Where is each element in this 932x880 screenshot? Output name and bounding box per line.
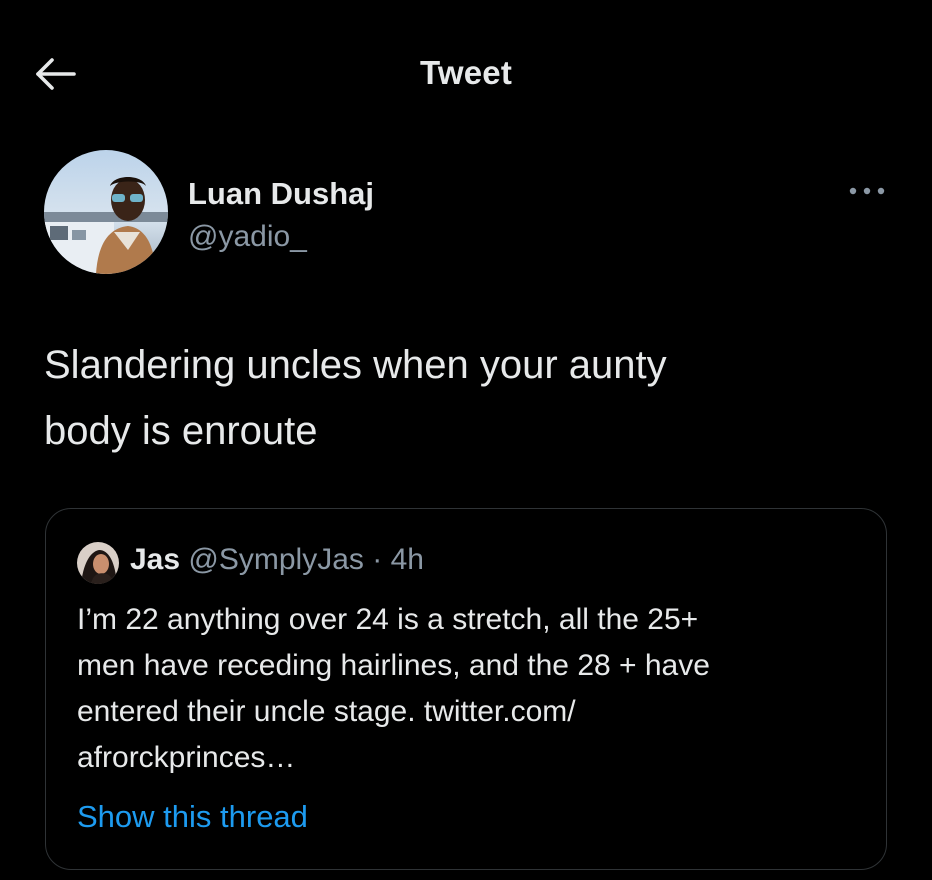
author-handle[interactable]: @yadio_ [188, 220, 307, 254]
avatar-photo [44, 150, 168, 274]
quoted-text-line: afrorckprinces… [77, 741, 296, 774]
quoted-tweet-time: 4h [390, 543, 424, 576]
quoted-author-handle: @SymplyJas [188, 543, 373, 576]
top-bar: Tweet [0, 0, 932, 140]
quoted-author-avatar [77, 542, 119, 584]
meta-separator: · [372, 543, 391, 576]
page-title: Tweet [419, 54, 513, 91]
tweet-text: Slandering uncles when your aunty body i… [44, 332, 894, 464]
quoted-text-line: I’m 22 anything over 24 is a stretch, al… [77, 603, 699, 636]
tweet-detail-screen: Tweet Luan Dushaj @yadio_ Slandering unc… [0, 0, 932, 880]
quoted-tweet-text: I’m 22 anything over 24 is a stretch, al… [77, 597, 867, 781]
author-name[interactable]: Luan Dushaj [188, 176, 374, 212]
quoted-text-line: entered their uncle stage. twitter.com/ [77, 695, 576, 728]
quoted-author-name: Jas [130, 543, 181, 576]
tweet-text-line: body is enroute [44, 409, 318, 453]
tweet-text-line: Slandering uncles when your aunty [44, 343, 667, 387]
more-horizontal-icon [849, 187, 885, 195]
quoted-tweet-card[interactable]: Jas @SymplyJas · 4h I’m 22 anything over… [45, 508, 887, 870]
tweet-author: Luan Dushaj @yadio_ [44, 150, 894, 280]
quoted-text-line: men have receding hairlines, and the 28 … [77, 649, 710, 682]
more-options-button[interactable] [844, 178, 890, 204]
quoted-avatar-photo [77, 542, 119, 584]
quoted-tweet-header: Jas @SymplyJas · 4h [130, 543, 424, 577]
show-thread-link[interactable]: Show this thread [77, 799, 308, 835]
author-avatar[interactable] [44, 150, 168, 274]
